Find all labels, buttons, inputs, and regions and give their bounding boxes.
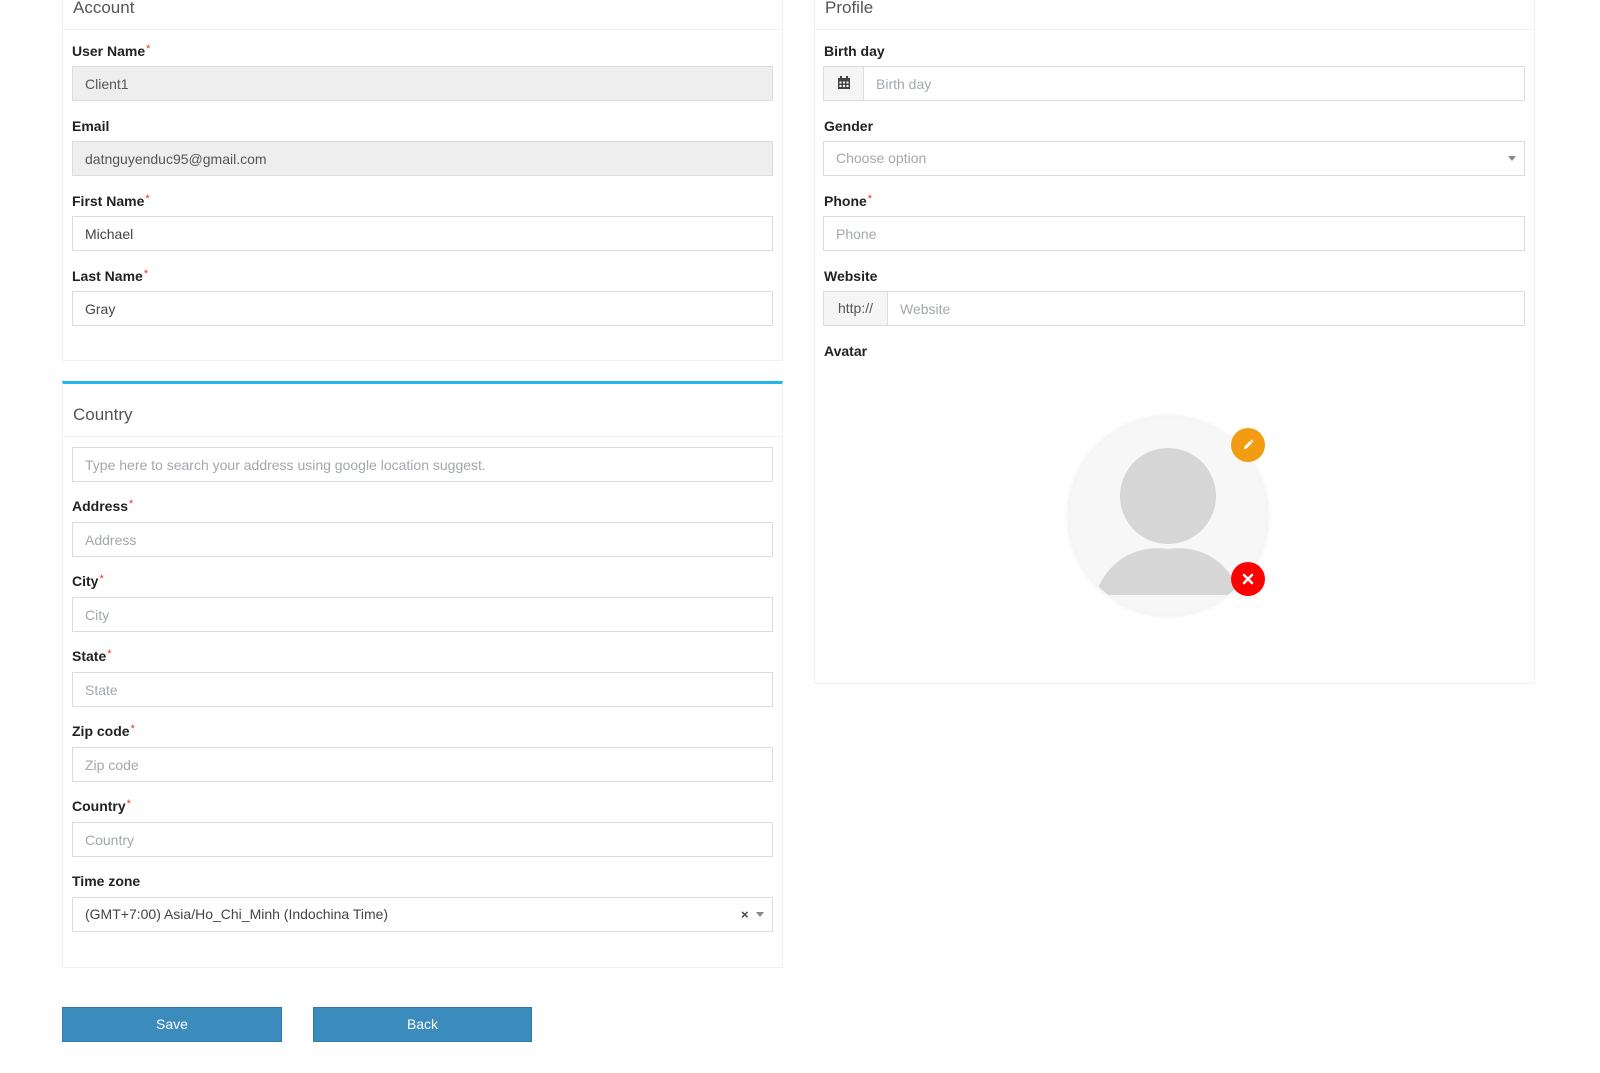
- country-title: Country: [73, 405, 133, 424]
- zip-label: Zip code*: [72, 723, 135, 739]
- timezone-value: (GMT+7:00) Asia/Ho_Chi_Minh (Indochina T…: [85, 906, 389, 922]
- city-input[interactable]: [72, 597, 773, 632]
- website-prefix: http://: [823, 291, 888, 326]
- chevron-down-icon: [756, 912, 764, 917]
- timezone-label: Time zone: [72, 873, 141, 889]
- chevron-down-icon: [1508, 156, 1516, 161]
- clear-icon[interactable]: ×: [741, 898, 749, 931]
- address-search-input[interactable]: [72, 447, 773, 482]
- first-name-label: First Name*: [72, 193, 150, 209]
- birthday-input[interactable]: [863, 66, 1525, 101]
- city-label: City*: [72, 573, 104, 589]
- divider: [63, 436, 782, 437]
- edit-avatar-button[interactable]: [1231, 428, 1265, 462]
- timezone-select[interactable]: (GMT+7:00) Asia/Ho_Chi_Minh (Indochina T…: [72, 897, 773, 932]
- profile-title: Profile: [825, 0, 874, 17]
- back-button[interactable]: Back: [313, 1007, 532, 1042]
- calendar-icon: [837, 75, 850, 89]
- phone-input[interactable]: [823, 216, 1525, 251]
- phone-label: Phone*: [824, 193, 873, 209]
- country-input[interactable]: [72, 822, 773, 857]
- email-input[interactable]: [72, 141, 773, 176]
- gender-label: Gender: [824, 118, 874, 134]
- pencil-icon: [1244, 439, 1254, 449]
- remove-avatar-button[interactable]: [1231, 562, 1265, 596]
- avatar-label: Avatar: [824, 343, 868, 359]
- address-label: Address*: [72, 498, 134, 514]
- account-title: Account: [73, 0, 135, 17]
- address-input[interactable]: [72, 522, 773, 557]
- birthday-label: Birth day: [824, 43, 885, 59]
- state-input[interactable]: [72, 672, 773, 707]
- close-icon: [1242, 573, 1254, 585]
- website-input[interactable]: [887, 291, 1525, 326]
- gender-placeholder: Choose option: [836, 150, 927, 166]
- username-input[interactable]: [72, 66, 773, 101]
- save-button[interactable]: Save: [62, 1007, 282, 1042]
- state-label: State*: [72, 648, 112, 664]
- email-label: Email: [72, 118, 110, 134]
- username-label: User Name*: [72, 43, 151, 59]
- calendar-addon[interactable]: [823, 66, 864, 101]
- divider: [63, 29, 782, 30]
- country-label: Country*: [72, 798, 131, 814]
- website-label: Website: [824, 268, 878, 284]
- zip-input[interactable]: [72, 747, 773, 782]
- divider: [815, 29, 1534, 30]
- gender-select[interactable]: Choose option: [823, 141, 1525, 176]
- first-name-input[interactable]: [72, 216, 773, 251]
- last-name-input[interactable]: [72, 291, 773, 326]
- last-name-label: Last Name*: [72, 268, 149, 284]
